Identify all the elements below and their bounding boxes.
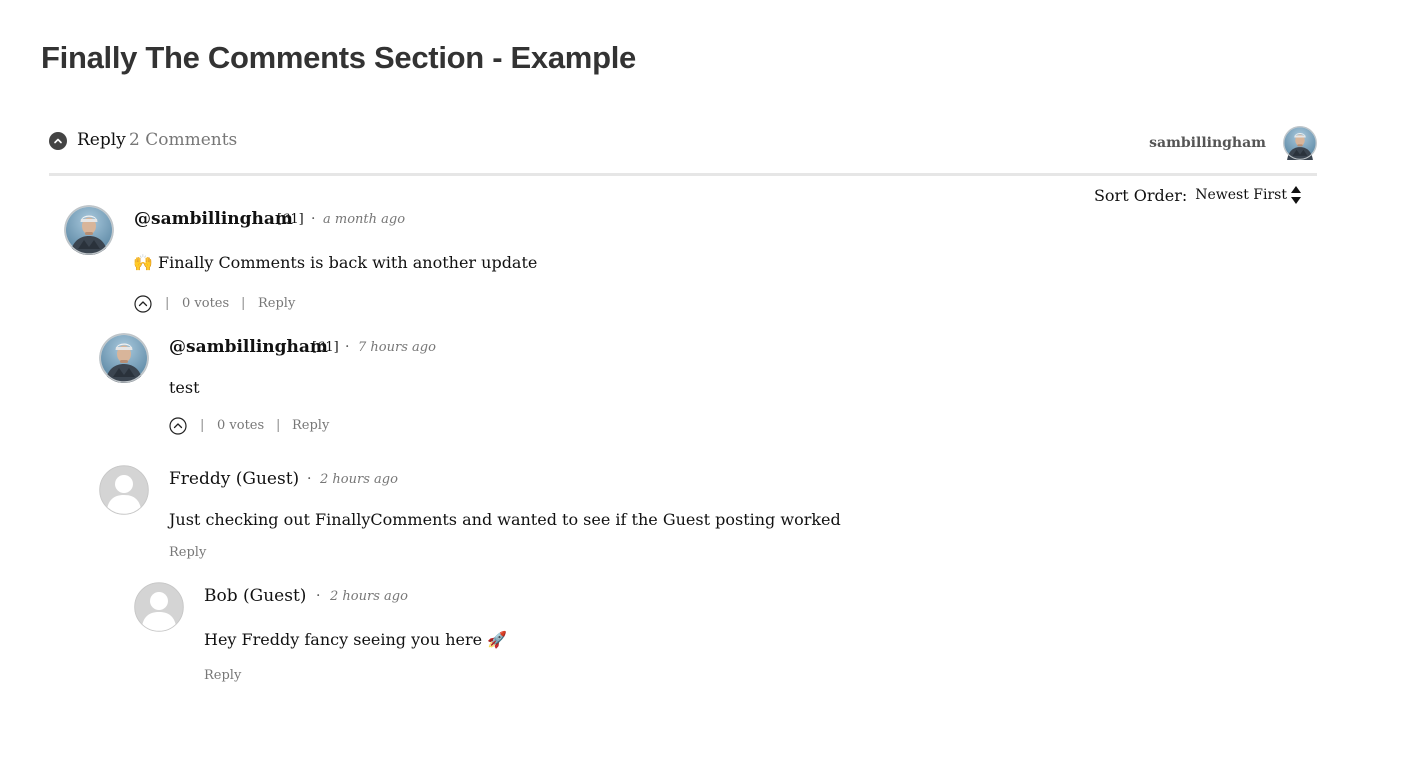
comment-author[interactable]: @sambillingham	[134, 209, 293, 229]
separator: |	[276, 418, 281, 433]
vote-count: 0 votes	[217, 418, 265, 433]
comment-body: Hey Freddy fancy seeing you here 🚀	[204, 630, 507, 649]
comment-time: 2 hours ago	[330, 589, 408, 604]
comment-time: 7 hours ago	[358, 340, 436, 355]
comment-author: Bob (Guest)	[204, 586, 307, 606]
guest-avatar	[99, 465, 149, 515]
sort-select[interactable]: Newest First	[1195, 187, 1287, 203]
comment-text: Finally Comments is back with another up…	[158, 253, 538, 272]
upvote-icon[interactable]	[169, 417, 187, 435]
separator: |	[165, 296, 170, 311]
comments-header: Reply 2 Comments sambillingham	[49, 124, 1317, 176]
separator: |	[200, 418, 205, 433]
collapse-button[interactable]	[49, 132, 67, 150]
chevron-up-circle-icon	[54, 138, 62, 144]
comment-count: 2 Comments	[129, 130, 238, 150]
reply-link[interactable]: Reply	[169, 545, 206, 560]
user-avatar[interactable]	[99, 333, 149, 383]
sort-arrows-icon[interactable]	[1290, 185, 1302, 205]
vote-count: 0 votes	[182, 296, 230, 311]
upvote-icon[interactable]	[134, 295, 152, 313]
comment-author: Freddy (Guest)	[169, 469, 300, 489]
comment-text: Just checking out FinallyComments and wa…	[169, 510, 841, 529]
comment-text: test	[169, 378, 200, 397]
meta-dot: ·	[307, 471, 312, 487]
reply-button[interactable]: Reply	[77, 130, 126, 150]
current-username[interactable]: sambillingham	[1149, 135, 1266, 151]
meta-dot: ·	[311, 211, 316, 227]
current-user-avatar[interactable]	[1283, 126, 1317, 160]
guest-avatar	[134, 582, 184, 632]
reply-link[interactable]: Reply	[204, 668, 241, 683]
comment-time: a month ago	[323, 212, 406, 227]
meta-dot: ·	[316, 588, 321, 604]
header-divider	[49, 173, 1317, 176]
user-avatar[interactable]	[64, 205, 114, 255]
sort-label: Sort Order:	[1093, 185, 1188, 205]
comment-text: Hey Freddy fancy seeing you here	[204, 630, 483, 649]
user-rank: [61]	[312, 340, 339, 355]
raised-hands-emoji: 🙌	[133, 253, 153, 272]
comment-author[interactable]: @sambillingham	[169, 337, 328, 357]
reply-link[interactable]: Reply	[258, 296, 295, 311]
comment-body: 🙌 Finally Comments is back with another …	[133, 253, 537, 272]
user-rank: [61]	[277, 212, 304, 227]
reply-link[interactable]: Reply	[292, 418, 329, 433]
separator: |	[241, 296, 246, 311]
comment-time: 2 hours ago	[320, 472, 398, 487]
page-title: Finally The Comments Section - Example	[41, 40, 636, 75]
meta-dot: ·	[345, 339, 350, 355]
rocket-emoji: 🚀	[487, 630, 508, 649]
sort-order[interactable]: Sort Order: Newest First	[1094, 185, 1302, 205]
